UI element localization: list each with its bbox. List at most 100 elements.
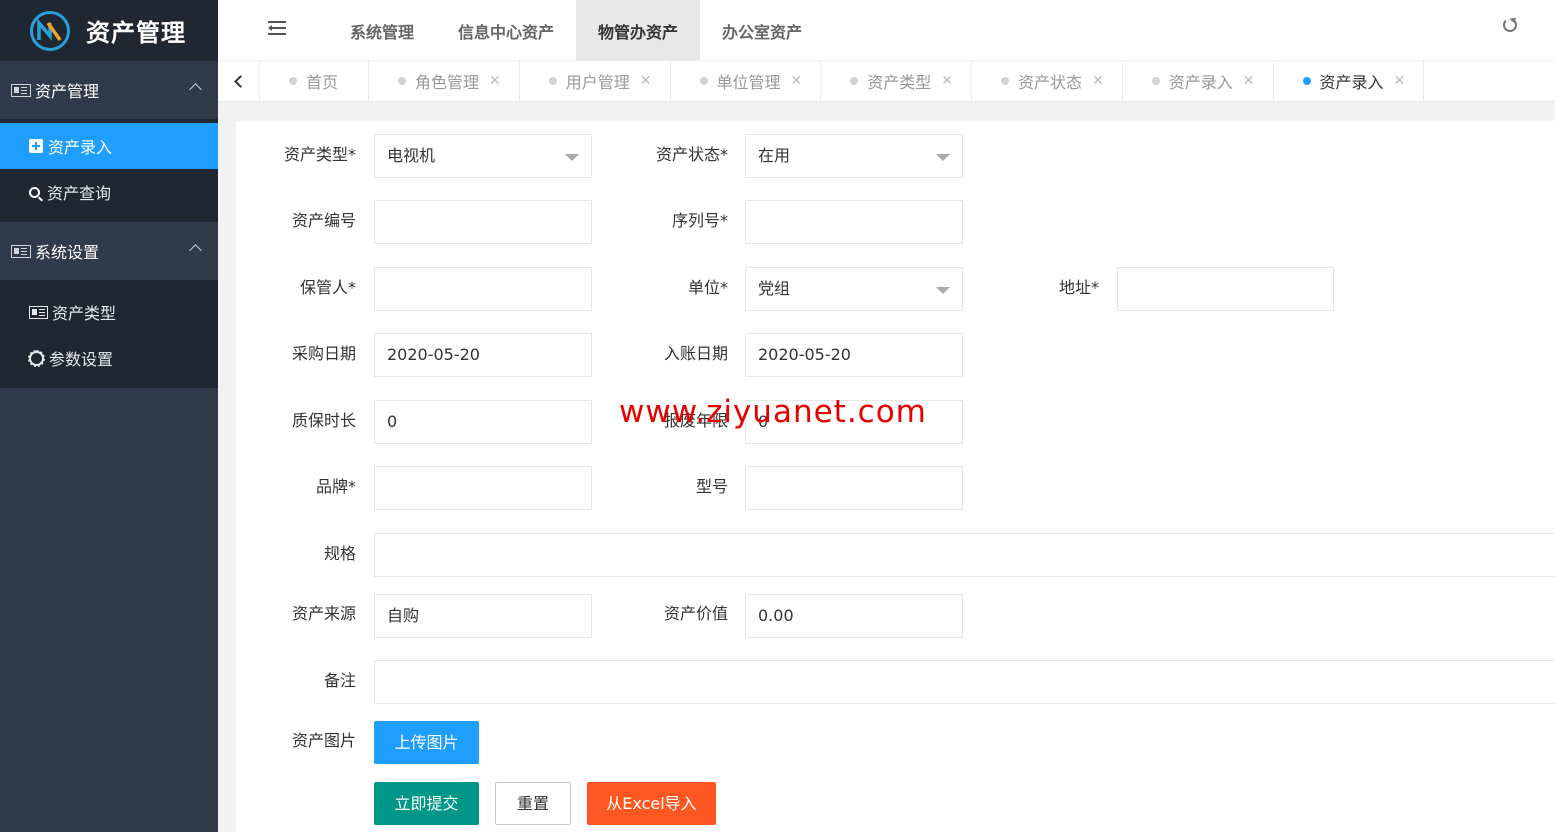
caret-down-icon [936,287,950,294]
gear-icon [28,349,45,367]
topnav-info-center-assets[interactable]: 信息中心资产 [436,0,576,61]
unit-select[interactable]: 党组 [745,267,963,311]
serial-no-label: 序列号* [671,211,728,230]
search-icon [29,186,40,198]
sidebar-item-label: 参数设置 [49,350,114,369]
tab-home[interactable]: 首页 [260,61,370,101]
refresh-icon[interactable] [1503,18,1517,32]
close-icon[interactable]: ✕ [1243,73,1255,89]
plus-square-icon [29,139,43,153]
source-label: 资产来源 [291,604,356,623]
price-label: 资产价值 [663,604,728,623]
newspaper-icon [11,244,31,258]
sidebar-item-asset-types[interactable]: 资产类型 [0,289,218,335]
sidebar-group-label: 系统设置 [35,243,100,262]
asset-status-select[interactable]: 在用 [745,134,963,178]
tab-label: 资产状态 [1018,73,1083,92]
watermark-text: www.ziyuanet.com [619,394,927,430]
source-input[interactable]: 自购 [374,594,592,638]
remark-label: 备注 [323,671,356,690]
close-icon[interactable]: ✕ [640,73,652,89]
purchase-date-label: 采购日期 [291,344,356,363]
tab-dot-icon [1001,77,1010,85]
entry-date-input[interactable]: 2020-05-20 [745,333,963,377]
brand-label: 品牌* [315,477,356,496]
tab-asset-status[interactable]: 资产状态 ✕ [972,61,1123,101]
close-icon[interactable]: ✕ [791,73,803,89]
sidebar-item-asset-entry[interactable]: 资产录入 [0,123,218,169]
sidebar-group-system-settings[interactable]: 系统设置 [0,222,218,280]
tab-label: 首页 [306,73,339,92]
sidebar-item-label: 资产查询 [47,184,112,203]
reset-button[interactable]: 重置 [495,782,571,825]
tab-asset-types[interactable]: 资产类型 ✕ [821,61,973,101]
asset-type-label: 资产类型* [283,145,356,164]
sidebar-item-parameters[interactable]: 参数设置 [0,335,218,381]
warranty-input[interactable]: 0 [374,400,592,444]
image-label: 资产图片 [291,731,356,750]
entry-date-label: 入账日期 [663,344,728,363]
tab-asset-entry[interactable]: 资产录入 ✕ [1123,61,1274,101]
submit-button[interactable]: 立即提交 [374,782,479,825]
brand-input[interactable] [374,466,592,510]
close-icon[interactable]: ✕ [1394,73,1406,89]
tab-dot-icon [1302,77,1311,85]
caret-down-icon [936,154,950,161]
spec-label: 规格 [323,544,356,563]
tab-label: 角色管理 [415,73,480,92]
model-input[interactable] [745,466,963,510]
submenu-system-settings: 资产类型 参数设置 [0,280,218,388]
upload-image-button[interactable]: 上传图片 [374,721,479,764]
asset-type-select[interactable]: 电视机 [374,134,592,178]
chevron-up-icon [189,83,202,96]
newspaper-icon [29,305,48,319]
sidebar: 资产管理 资产管理 资产录入 资产查询 系统设置 资产类型 参数设置 [0,0,218,832]
tab-label: 资产录入 [1168,73,1233,92]
page-tabs: 首页 角色管理 ✕ 用户管理 ✕ 单位管理 ✕ 资产类型 ✕ 资产状态 ✕ 资产… [218,61,1555,102]
topnav-system-management[interactable]: 系统管理 [328,0,436,61]
sidebar-item-asset-query[interactable]: 资产查询 [0,169,218,215]
warranty-label: 质保时长 [291,411,356,430]
unit-label: 单位* [687,278,728,297]
keeper-input[interactable] [374,267,592,311]
serial-no-input[interactable] [745,200,963,244]
tab-asset-entry-active[interactable]: 资产录入 ✕ [1274,61,1425,101]
spec-input[interactable] [374,533,1555,577]
import-excel-button[interactable]: 从Excel导入 [587,782,716,825]
tab-dot-icon [1151,77,1160,85]
tab-label: 单位管理 [716,73,781,92]
tab-label: 用户管理 [565,73,630,92]
tab-scroll-left-button[interactable] [218,61,260,101]
tab-dot-icon [850,77,859,85]
topnav-office-assets[interactable]: 办公室资产 [700,0,824,61]
tab-role-management[interactable]: 角色管理 ✕ [369,61,520,101]
logo: 资产管理 [0,0,218,61]
close-icon[interactable]: ✕ [1092,73,1104,89]
tab-unit-management[interactable]: 单位管理 ✕ [671,61,822,101]
tab-dot-icon [699,77,708,85]
remark-input[interactable] [374,660,1555,704]
close-icon[interactable]: ✕ [489,73,501,89]
tab-user-management[interactable]: 用户管理 ✕ [520,61,671,101]
asset-status-value: 在用 [758,146,791,165]
newspaper-icon [11,83,31,97]
tab-label: 资产类型 [867,73,932,92]
sidebar-item-label: 资产类型 [52,304,117,323]
topnav-property-office-assets[interactable]: 物管办资产 [576,0,701,61]
address-input[interactable] [1117,267,1334,311]
tab-dot-icon [398,77,407,85]
close-icon[interactable]: ✕ [941,73,953,89]
asset-no-label: 资产编号 [291,211,356,230]
menu-toggle-icon[interactable] [268,21,286,35]
tab-dot-icon [548,77,557,85]
price-input[interactable]: 0.00 [745,594,963,638]
purchase-date-input[interactable]: 2020-05-20 [374,333,592,377]
keeper-label: 保管人* [299,278,356,297]
asset-no-input[interactable] [374,200,592,244]
app-title: 资产管理 [86,19,186,47]
sidebar-item-label: 资产录入 [48,138,113,157]
model-label: 型号 [695,477,728,496]
sidebar-group-asset-management[interactable]: 资产管理 [0,61,218,119]
address-label: 地址* [1058,278,1099,297]
submenu-asset-management: 资产录入 资产查询 [0,119,218,222]
